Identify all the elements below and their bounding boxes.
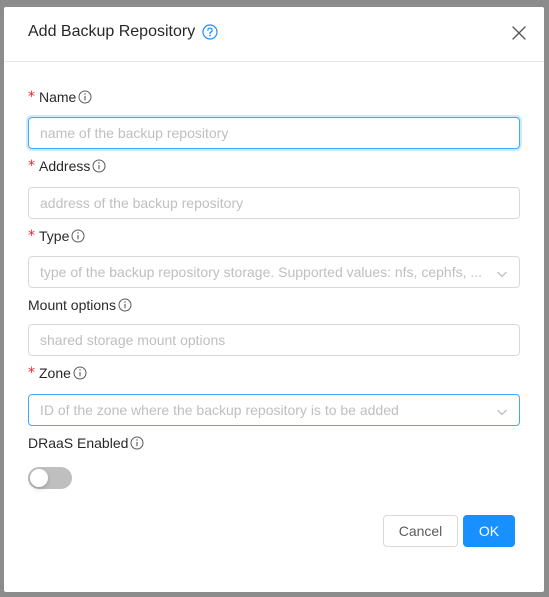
cancel-button[interactable]: Cancel <box>383 515 458 547</box>
zone-label: * Zone <box>28 365 87 381</box>
add-backup-repository-dialog: Add Backup Repository * Name * Address <box>4 7 544 592</box>
name-field[interactable] <box>28 117 520 149</box>
type-label-text: Type <box>39 228 70 244</box>
mount-options-label-text: Mount options <box>28 297 116 313</box>
draas-enabled-label-text: DRaaS Enabled <box>28 435 129 451</box>
required-mark: * <box>28 365 35 381</box>
info-circle-icon <box>78 90 92 104</box>
mount-options-label: Mount options <box>28 297 132 313</box>
mount-options-field[interactable] <box>28 324 520 356</box>
type-select[interactable]: type of the backup repository storage. S… <box>28 256 520 288</box>
name-label-text: Name <box>39 89 77 105</box>
required-mark: * <box>28 228 35 244</box>
name-input[interactable] <box>29 118 519 148</box>
zone-label-text: Zone <box>39 365 71 381</box>
zone-select-placeholder: ID of the zone where the backup reposito… <box>40 402 399 418</box>
dialog-header: Add Backup Repository <box>4 7 544 62</box>
close-icon[interactable] <box>511 25 527 41</box>
address-input[interactable] <box>29 188 519 218</box>
chevron-down-icon <box>496 267 508 279</box>
question-circle-icon[interactable] <box>202 24 218 40</box>
required-mark: * <box>28 89 35 105</box>
info-circle-icon <box>118 298 132 312</box>
address-label-text: Address <box>39 158 91 174</box>
mount-options-input[interactable] <box>29 325 519 355</box>
draas-enabled-switch[interactable] <box>28 467 72 489</box>
type-select-placeholder: type of the backup repository storage. S… <box>40 264 483 280</box>
info-circle-icon <box>92 159 106 173</box>
ok-button[interactable]: OK <box>463 515 515 547</box>
address-label: * Address <box>28 158 106 174</box>
draas-enabled-label: DRaaS Enabled <box>28 435 144 451</box>
address-field[interactable] <box>28 187 520 219</box>
info-circle-icon <box>71 229 85 243</box>
info-circle-icon <box>130 436 144 450</box>
dialog-title-text: Add Backup Repository <box>28 23 196 40</box>
switch-knob <box>30 469 48 487</box>
required-mark: * <box>28 158 35 174</box>
chevron-down-icon <box>496 405 508 417</box>
dialog-title: Add Backup Repository <box>28 23 218 41</box>
type-label: * Type <box>28 228 85 244</box>
zone-select[interactable]: ID of the zone where the backup reposito… <box>28 394 520 426</box>
info-circle-icon <box>73 366 87 380</box>
name-label: * Name <box>28 89 92 105</box>
